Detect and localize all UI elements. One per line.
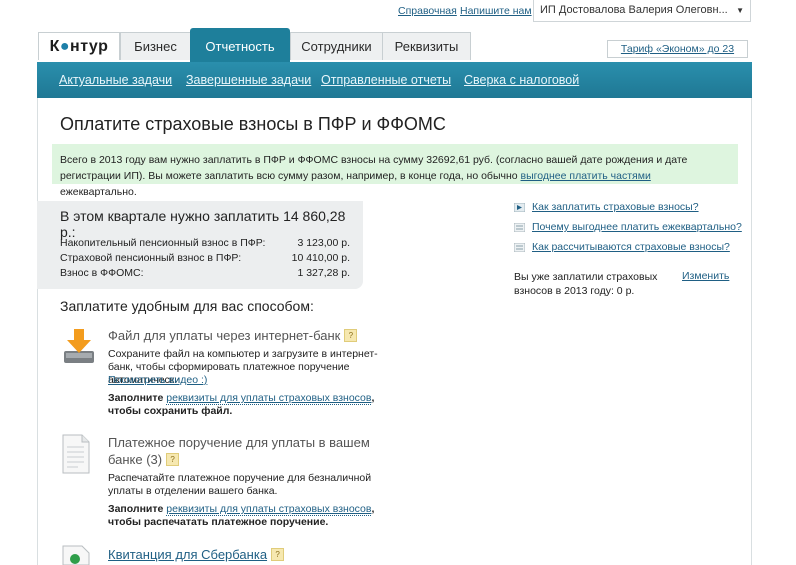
fill-text: Заполните — [108, 392, 167, 404]
quarter-heading: В этом квартале нужно заплатить 14 860,2… — [60, 208, 346, 240]
sub-navigation: Актуальные задачи Завершенные задачи Отп… — [37, 62, 752, 98]
watch-video-link[interactable]: Посмотреть видео :) — [108, 374, 207, 386]
note-end: ежеквартально. — [60, 186, 137, 198]
caret-down-icon: ▼ — [736, 6, 744, 15]
help-icon[interactable]: ? — [271, 548, 285, 561]
info-note: Всего в 2013 году вам нужно заплатить в … — [52, 144, 738, 198]
row-label: Накопительный пенсионный взнос в ПФР: — [60, 237, 266, 249]
tab-employees[interactable]: Сотрудники — [290, 32, 383, 60]
row-label: Взнос в ФФОМС: — [60, 267, 144, 279]
organization-name: ИП Достовалова Валерия Олеговн... — [540, 4, 728, 16]
fill-text: Заполните — [108, 503, 167, 515]
change-link[interactable]: Изменить — [682, 270, 729, 282]
quarter-row: Накопительный пенсионный взнос в ПФР: 3 … — [60, 237, 350, 249]
row-value: 1 327,28 р. — [297, 267, 350, 279]
method-title-text: Файл для уплаты через интернет-банк — [108, 328, 341, 343]
fill-requisites-hint: Заполните реквизиты для уплаты страховых… — [108, 503, 398, 529]
tab-requisites[interactable]: Реквизиты — [382, 32, 471, 60]
video-play-icon — [514, 203, 525, 212]
quarter-summary: В этом квартале нужно заплатить 14 860,2… — [37, 201, 363, 289]
sberbank-receipt-icon — [62, 545, 90, 565]
paid-amount: Вы уже заплатили страховых взносов в 201… — [514, 271, 658, 297]
logo-o-icon: ● — [59, 38, 71, 55]
page-title: Оплатите страховые взносы в ПФР и ФФОМС — [60, 114, 446, 134]
how-to-pay-link[interactable]: Как заплатить страховые взносы? — [532, 201, 699, 213]
method-title-text: Квитанция для Сбербанка — [108, 547, 268, 562]
subnav-current-tasks[interactable]: Актуальные задачи — [59, 73, 172, 87]
method-internet-bank-title: Файл для уплаты через интернет-банк? — [108, 327, 358, 344]
tariff-badge[interactable]: Тариф «Эконом» до 23 июля — [607, 40, 748, 72]
method-description: Распечатайте платежное поручение для без… — [108, 472, 372, 497]
article-icon — [514, 243, 525, 252]
quarter-row: Взнос в ФФОМС: 1 327,28 р. — [60, 267, 350, 279]
help-link[interactable]: Справочная — [398, 5, 457, 17]
row-value: 3 123,00 р. — [297, 237, 350, 249]
row-label: Страховой пенсионный взнос в ПФР: — [60, 252, 242, 264]
write-us-link[interactable]: Напишите нам — [460, 5, 532, 17]
quarter-row: Страховой пенсионный взнос в ПФР: 10 410… — [60, 252, 350, 264]
article-icon — [514, 223, 525, 232]
row-value: 10 410,00 р. — [291, 252, 350, 264]
pay-in-parts-link[interactable]: выгоднее платить частями — [521, 170, 651, 182]
fill-requisites-hint: Заполните реквизиты для уплаты страховых… — [108, 392, 398, 418]
subnav-completed-tasks[interactable]: Завершенные задачи — [186, 73, 311, 87]
method-sberbank-title[interactable]: Квитанция для Сбербанка? — [108, 546, 285, 563]
kontur-logo[interactable]: К●нтур — [38, 32, 120, 60]
download-icon — [64, 329, 94, 363]
method-payment-order-title: Платежное поручение для уплаты в вашем б… — [108, 434, 378, 468]
method-title-text: Платежное поручение для уплаты в вашем б… — [108, 435, 370, 467]
payment-methods-title: Заплатите удобным для вас способом: — [60, 298, 314, 314]
subnav-sent-reports[interactable]: Отправленные отчеты — [321, 73, 451, 87]
help-icon[interactable]: ? — [166, 453, 180, 466]
organization-selector[interactable]: ИП Достовалова Валерия Олеговн... ▼ — [533, 0, 751, 22]
top-bar: Справочная Напишите нам ИП Достовалова В… — [0, 0, 796, 26]
requisites-link[interactable]: реквизиты для уплаты страховых взносов — [166, 392, 372, 405]
requisites-link[interactable]: реквизиты для уплаты страховых взносов — [166, 503, 372, 516]
tab-reporting[interactable]: Отчетность — [190, 28, 290, 62]
subnav-tax-reconciliation[interactable]: Сверка с налоговой — [464, 73, 579, 87]
how-calculated-link[interactable]: Как рассчитываются страховые взносы? — [532, 241, 730, 253]
document-icon — [62, 434, 90, 474]
logo-letter: К — [49, 38, 60, 55]
logo-rest: нтур — [70, 38, 109, 55]
tab-business[interactable]: Бизнес — [120, 32, 191, 60]
help-icon[interactable]: ? — [344, 329, 358, 342]
why-quarterly-link[interactable]: Почему выгоднее платить ежеквартально? — [532, 221, 742, 233]
